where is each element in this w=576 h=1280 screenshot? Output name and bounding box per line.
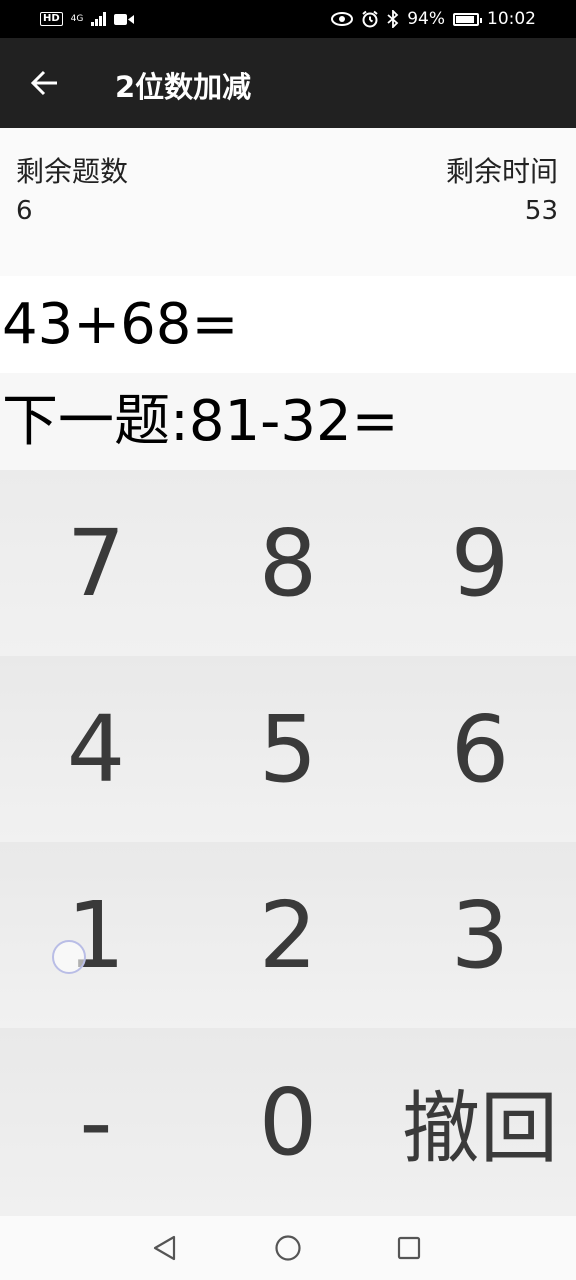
alarm-icon <box>362 10 378 28</box>
arrow-left-icon[interactable] <box>28 66 62 100</box>
keypad-row: 4 5 6 <box>0 656 576 842</box>
next-question: 下一题:81-32= <box>0 373 576 470</box>
system-nav-bar <box>0 1216 576 1280</box>
status-bar: HD 4G 94% 10:02 <box>0 0 576 38</box>
eye-icon <box>331 12 354 26</box>
hd-badge: HD <box>40 12 63 26</box>
back-triangle-icon[interactable] <box>150 1233 180 1263</box>
recents-square-icon[interactable] <box>394 1233 424 1263</box>
number-keypad: 7 8 9 4 5 6 1 2 3 - 0 撤回 <box>0 470 576 1216</box>
info-panel: 剩余题数 6 剩余时间 53 <box>0 128 576 276</box>
key-9[interactable]: 9 <box>384 470 576 656</box>
key-1[interactable]: 1 <box>0 842 192 1028</box>
key-0[interactable]: 0 <box>192 1028 384 1216</box>
touch-indicator <box>52 940 86 974</box>
status-right: 94% 10:02 <box>331 9 536 29</box>
keypad-row: 1 2 3 <box>0 842 576 1028</box>
remaining-questions-value: 6 <box>16 196 33 226</box>
key-8[interactable]: 8 <box>192 470 384 656</box>
key-7[interactable]: 7 <box>0 470 192 656</box>
page-title: 2位数加减 <box>115 70 252 104</box>
remaining-questions-label: 剩余题数 <box>16 155 129 188</box>
key-3[interactable]: 3 <box>384 842 576 1028</box>
network-type: 4G <box>70 13 84 24</box>
video-icon <box>114 13 135 25</box>
keypad-row: 7 8 9 <box>0 470 576 656</box>
status-left: HD 4G <box>40 12 135 26</box>
key-2[interactable]: 2 <box>192 842 384 1028</box>
current-question: 43+68= <box>0 277 576 373</box>
undo-button[interactable]: 撤回 <box>384 1028 576 1216</box>
signal-icon <box>91 12 107 26</box>
app-toolbar: 2位数加减 <box>0 38 576 128</box>
battery-percent: 94% <box>407 9 445 29</box>
home-circle-icon[interactable] <box>273 1233 303 1263</box>
key-4[interactable]: 4 <box>0 656 192 842</box>
keypad-row: - 0 撤回 <box>0 1028 576 1216</box>
clock: 10:02 <box>487 9 536 29</box>
key-6[interactable]: 6 <box>384 656 576 842</box>
remaining-time-value: 53 <box>524 196 558 226</box>
key-5[interactable]: 5 <box>192 656 384 842</box>
battery-icon <box>453 12 482 26</box>
bluetooth-icon <box>387 10 399 28</box>
remaining-time-label: 剩余时间 <box>445 155 558 188</box>
key-minus[interactable]: - <box>0 1028 192 1216</box>
